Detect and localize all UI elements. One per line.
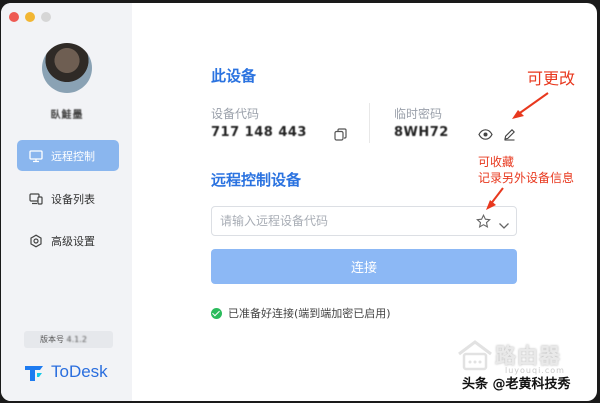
nav-item-remote-control[interactable]: 远程控制 xyxy=(17,140,119,171)
version-badge: 版本号 4.1.2 xyxy=(24,331,113,348)
connect-button[interactable]: 连接 xyxy=(211,249,517,284)
annotation-arrow-icon xyxy=(486,187,504,210)
version-label: 版本号 xyxy=(40,335,64,344)
chevron-down-icon[interactable] xyxy=(498,216,510,235)
monitor-icon xyxy=(29,149,43,163)
annotation-favorite-line2: 记录另外设备信息 xyxy=(478,171,575,185)
devices-icon xyxy=(29,192,43,206)
nav-item-advanced-settings[interactable]: 高级设置 xyxy=(17,225,119,256)
username: 臥鮭墨 xyxy=(50,110,84,121)
star-icon[interactable] xyxy=(476,213,491,233)
todesk-logo: ToDesk xyxy=(23,361,108,383)
zoom-window-button[interactable] xyxy=(41,12,51,22)
check-circle-icon xyxy=(211,307,222,319)
minimize-window-button[interactable] xyxy=(25,12,35,22)
device-code-value: 717 148 443 xyxy=(211,125,307,140)
annotation-editable: 可更改 xyxy=(527,69,576,88)
temp-password-label: 临时密码 xyxy=(394,107,443,121)
nav-item-label: 高级设置 xyxy=(51,234,95,248)
close-window-button[interactable] xyxy=(9,12,19,22)
watermark-router-icon xyxy=(458,340,492,371)
avatar[interactable] xyxy=(42,43,92,93)
remote-control-title: 远程控制设备 xyxy=(211,171,302,189)
temp-password-value: 8WH72 xyxy=(394,125,449,140)
eye-icon[interactable] xyxy=(478,126,493,145)
this-device-title: 此设备 xyxy=(211,67,257,85)
remote-code-input[interactable] xyxy=(218,213,452,229)
device-code-label: 设备代码 xyxy=(211,107,260,121)
annotation-favorite-line1: 可收藏 xyxy=(478,155,515,169)
status-text: 已准备好连接(端到端加密已启用) xyxy=(228,307,391,320)
nav-item-device-list[interactable]: 设备列表 xyxy=(17,183,119,214)
annotation-arrow-icon xyxy=(512,92,549,119)
brand-name: ToDesk xyxy=(51,362,108,381)
copy-icon[interactable] xyxy=(334,126,347,145)
gear-icon xyxy=(29,234,43,248)
nav-item-label: 远程控制 xyxy=(51,149,95,163)
edit-pencil-icon[interactable] xyxy=(503,126,516,145)
connection-status: 已准备好连接(端到端加密已启用) xyxy=(211,305,391,321)
version-value: 4.1.2 xyxy=(66,335,87,344)
watermark-handle: 头条 @老黄科技秀 xyxy=(462,377,571,392)
nav-item-label: 设备列表 xyxy=(51,192,95,206)
remote-code-field[interactable] xyxy=(211,206,517,236)
todesk-logo-icon xyxy=(23,361,45,383)
sidebar: 臥鮭墨 远程控制 设备列表 高级设置 版本号 4.1.2 ToDesk xyxy=(1,3,132,401)
divider xyxy=(369,103,370,143)
